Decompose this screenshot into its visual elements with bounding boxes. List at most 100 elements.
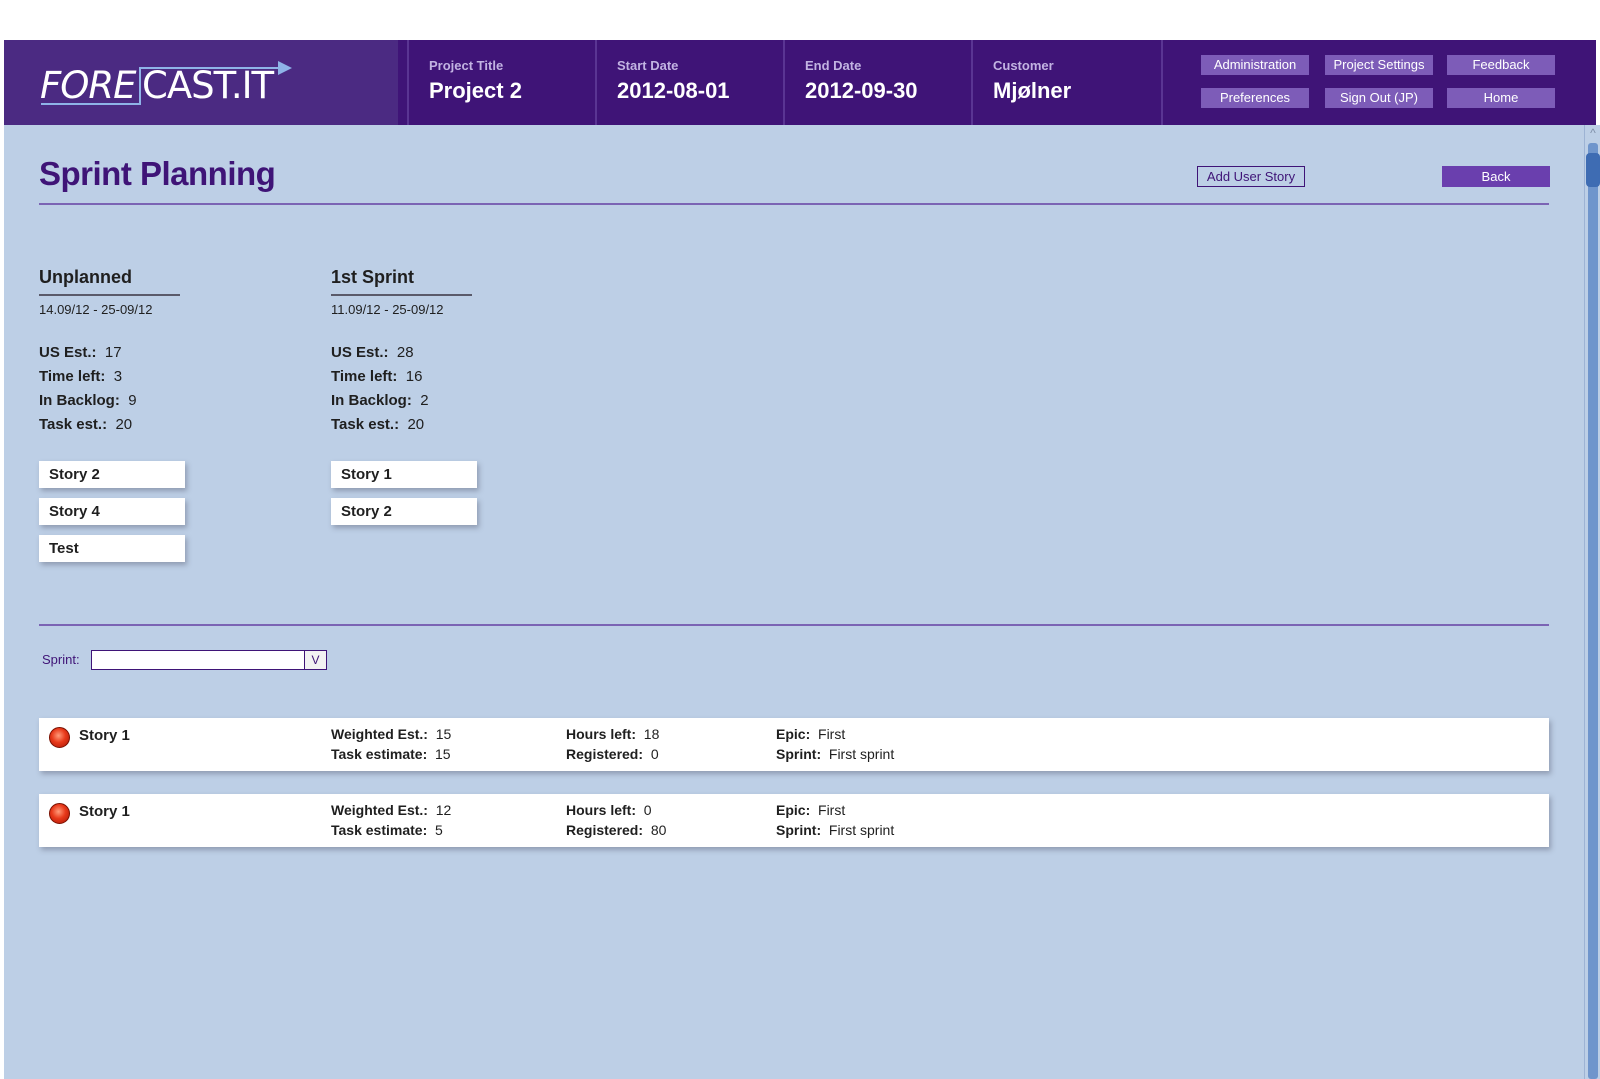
start-date-value: 2012-08-01 <box>617 78 730 103</box>
story-card[interactable]: Story 1 <box>331 461 477 488</box>
stat-value: 2 <box>420 392 429 409</box>
sprint-select[interactable]: V <box>91 650 327 670</box>
story-card[interactable]: Story 4 <box>39 498 185 525</box>
column-date-range: 14.09/12 - 25-09/12 <box>39 302 153 317</box>
task-estimate: Task estimate: 15 <box>331 746 451 762</box>
story-card[interactable]: Story 2 <box>39 461 185 488</box>
field-label: Hours left: <box>566 726 636 742</box>
field-label: Registered: <box>566 746 644 762</box>
stat-label: In Backlog: <box>39 392 120 409</box>
stat-value: 20 <box>115 416 133 433</box>
stat-value: 28 <box>396 344 414 361</box>
administration-button[interactable]: Administration <box>1201 55 1309 75</box>
field-value: 80 <box>650 822 667 838</box>
field-label: Epic: <box>776 802 811 818</box>
registered: Registered: 80 <box>566 822 666 838</box>
stat-in-backlog: In Backlog: 9 <box>39 389 289 413</box>
stat-label: Task est.: <box>331 416 400 433</box>
stat-value: 17 <box>104 344 122 361</box>
field-label: Weighted Est.: <box>331 802 428 818</box>
field-value: First <box>818 802 846 818</box>
field-value: 0 <box>643 802 652 818</box>
logo-area: FORE CAST.IT <box>4 40 398 125</box>
end-date-cell: End Date 2012-09-30 <box>783 40 971 125</box>
story-row[interactable]: Story 1 Weighted Est.: 15 Task estimate:… <box>39 718 1549 771</box>
page-title: Sprint Planning <box>39 155 276 192</box>
stat-label: In Backlog: <box>331 392 412 409</box>
epic: Epic: First <box>776 802 845 818</box>
customer-value: Mjølner <box>993 78 1072 103</box>
project-title-cell: Project Title Project 2 <box>407 40 595 125</box>
stat-label: Task est.: <box>39 416 108 433</box>
field-value: First sprint <box>828 822 895 838</box>
title-divider <box>39 203 1549 205</box>
home-button[interactable]: Home <box>1447 88 1555 108</box>
hours-left: Hours left: 18 <box>566 726 659 742</box>
stat-time-left: Time left: 3 <box>39 365 289 389</box>
preferences-button[interactable]: Preferences <box>1201 88 1309 108</box>
status-dot-icon <box>49 727 70 748</box>
field-label: Registered: <box>566 822 644 838</box>
sign-out-button[interactable]: Sign Out (JP) <box>1325 88 1433 108</box>
field-label: Task estimate: <box>331 822 428 838</box>
stat-label: Time left: <box>39 368 106 385</box>
story-card[interactable]: Test <box>39 535 185 562</box>
add-user-story-button[interactable]: Add User Story <box>1197 166 1305 187</box>
start-date-cell: Start Date 2012-08-01 <box>595 40 783 125</box>
stat-value: 16 <box>405 368 423 385</box>
project-title-label: Project Title <box>429 58 504 73</box>
field-value: 12 <box>435 802 452 818</box>
scroll-track[interactable] <box>1588 143 1598 1079</box>
field-value: First <box>818 726 846 742</box>
start-date-label: Start Date <box>617 58 679 73</box>
task-estimate: Task estimate: 5 <box>331 822 443 838</box>
scroll-up-icon[interactable]: ^ <box>1587 127 1599 139</box>
customer-label: Customer <box>993 58 1054 73</box>
sprint: Sprint: First sprint <box>776 822 894 838</box>
end-date-label: End Date <box>805 58 862 73</box>
stat-time-left: Time left: 16 <box>331 365 581 389</box>
stat-value: 9 <box>128 392 137 409</box>
logo-text-fore: FORE <box>40 64 136 107</box>
project-settings-button[interactable]: Project Settings <box>1325 55 1433 75</box>
customer-cell: Customer Mjølner <box>971 40 1161 125</box>
field-value: 18 <box>643 726 660 742</box>
field-label: Task estimate: <box>331 746 428 762</box>
vertical-scrollbar[interactable]: ^ <box>1584 125 1600 1079</box>
forecast-logo[interactable]: FORE CAST.IT <box>40 54 300 114</box>
sprint: Sprint: First sprint <box>776 746 894 762</box>
section-divider <box>39 624 1549 626</box>
stat-value: 20 <box>407 416 425 433</box>
field-value: 15 <box>435 746 451 762</box>
epic: Epic: First <box>776 726 845 742</box>
column-unplanned: Unplanned 14.09/12 - 25-09/12 US Est.: 1… <box>39 267 289 437</box>
field-value: First sprint <box>828 746 895 762</box>
field-label: Sprint: <box>776 822 822 838</box>
stat-task-est: Task est.: 20 <box>39 413 289 437</box>
column-name: Unplanned <box>39 267 132 287</box>
status-dot-icon <box>49 803 70 824</box>
column-1st-sprint: 1st Sprint 11.09/12 - 25-09/12 US Est.: … <box>331 267 581 437</box>
chevron-down-icon[interactable]: V <box>304 651 326 669</box>
field-label: Sprint: <box>776 746 822 762</box>
story-row-name: Story 1 <box>79 727 130 744</box>
sprint-filter-label: Sprint: <box>42 652 80 667</box>
field-label: Epic: <box>776 726 811 742</box>
stat-us-est: US Est.: 28 <box>331 341 581 365</box>
main-content: Sprint Planning Add User Story Back Unpl… <box>4 125 1584 1079</box>
column-stats: US Est.: 17 Time left: 3 In Backlog: 9 T… <box>39 341 289 437</box>
stat-label: US Est.: <box>331 344 389 361</box>
feedback-button[interactable]: Feedback <box>1447 55 1555 75</box>
project-title-value: Project 2 <box>429 78 522 103</box>
end-date-value: 2012-09-30 <box>805 78 918 103</box>
back-button[interactable]: Back <box>1442 166 1550 187</box>
field-value: 0 <box>650 746 659 762</box>
field-label: Hours left: <box>566 802 636 818</box>
field-label: Weighted Est.: <box>331 726 428 742</box>
story-row[interactable]: Story 1 Weighted Est.: 12 Task estimate:… <box>39 794 1549 847</box>
story-card[interactable]: Story 2 <box>331 498 477 525</box>
app-header: FORE CAST.IT Project Title Project 2 Sta… <box>4 40 1596 125</box>
column-divider <box>331 294 472 296</box>
scroll-thumb[interactable] <box>1586 153 1600 187</box>
column-stats: US Est.: 28 Time left: 16 In Backlog: 2 … <box>331 341 581 437</box>
